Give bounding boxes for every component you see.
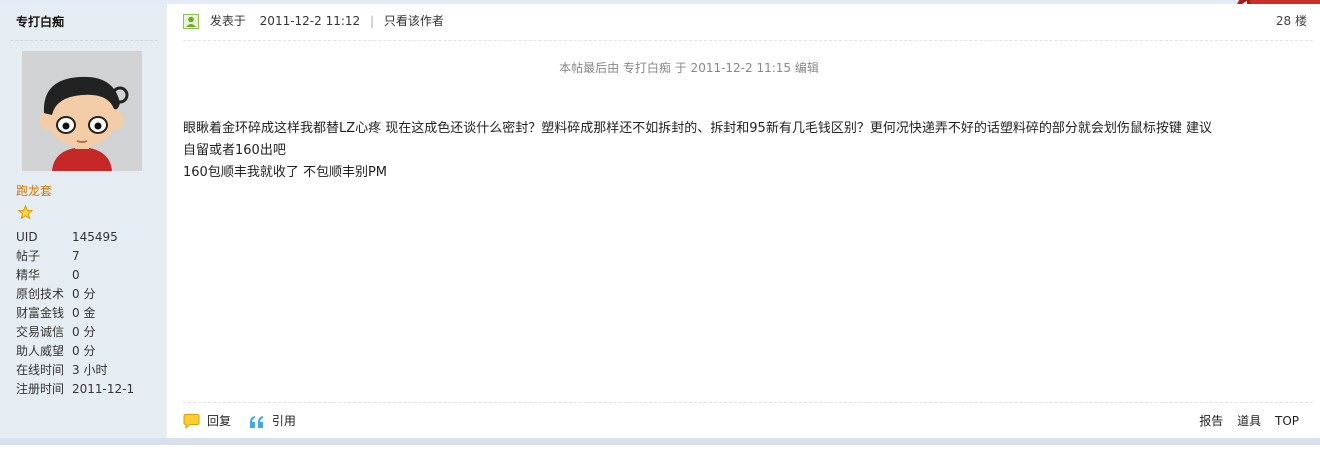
floor-number[interactable]: 28 楼: [1276, 13, 1307, 29]
top-link[interactable]: TOP: [1275, 414, 1299, 428]
stat-money: 财富金钱 0 金: [16, 306, 96, 320]
post-tools: 报告 道具 TOP: [1189, 412, 1299, 430]
header-separator: |: [370, 14, 375, 28]
posted-label: 发表于: [209, 14, 246, 28]
posted-time: 2011-12-2 11:12: [259, 14, 361, 28]
content-line: 自留或者160出吧: [183, 143, 286, 158]
stat-online-time: 在线时间 3 小时: [16, 363, 108, 377]
reply-button[interactable]: 回复: [207, 414, 231, 428]
author-sidebar: 专打白痴 跑龙套 UID 145495 帖子 7 精华 0 原创技术 0 分 财富金钱 0…: [0, 4, 167, 438]
stat-register-date: 注册时间 2011-12-1: [16, 382, 135, 396]
content-line: 眼瞅着金环碎成这样我都替LZ心疼 现在这成色还谈什么密封？塑料碎成那样还不如拆封…: [183, 121, 1212, 136]
post-actions: 回复 引用: [183, 412, 310, 430]
reply-icon: [183, 414, 200, 429]
stat-prestige: 助人威望 0 分: [16, 344, 96, 358]
online-status-icon: [183, 14, 199, 29]
stat-uid: UID 145495: [16, 230, 118, 244]
stat-trade-credit: 交易诚信 0 分: [16, 325, 96, 339]
stat-original-tech: 原创技术 0 分: [16, 287, 96, 301]
stat-digest: 精华 0: [16, 268, 80, 282]
quote-button[interactable]: 引用: [272, 414, 296, 428]
content-line: 160包顺丰我就收了 不包顺丰别PM: [183, 165, 388, 180]
user-group[interactable]: 跑龙套: [16, 182, 52, 199]
stat-posts: 帖子 7: [16, 249, 80, 263]
author-name[interactable]: 专打白痴: [16, 13, 64, 30]
edit-note: 本帖最后由 专打白痴 于 2011-12-2 11:15 编辑: [559, 61, 819, 75]
post-content: 眼瞅着金环碎成这样我都替LZ心疼 现在这成色还谈什么密封？塑料碎成那样还不如拆封…: [183, 118, 1303, 184]
footer-divider: [183, 402, 1313, 403]
post-header: 发表于 2011-12-2 11:12 | 只看该作者: [183, 13, 444, 29]
sidebar-divider: [10, 40, 158, 41]
report-link[interactable]: 报告: [1199, 414, 1223, 428]
star-icon: [18, 205, 33, 220]
quote-icon: [249, 415, 263, 428]
avatar[interactable]: [22, 51, 142, 171]
post-body: 发表于 2011-12-2 11:12 | 只看该作者 28 楼 本帖最后由 专…: [167, 4, 1320, 438]
bottom-band: [0, 438, 1320, 445]
only-author-link[interactable]: 只看该作者: [384, 14, 444, 28]
bottom-gap: [0, 445, 1320, 450]
header-divider: [183, 40, 1313, 41]
tools-link[interactable]: 道具: [1237, 414, 1261, 428]
user-stats: UID 145495 帖子 7 精华 0 原创技术 0 分 财富金钱 0 金 交易诚信 0 …: [16, 228, 134, 399]
